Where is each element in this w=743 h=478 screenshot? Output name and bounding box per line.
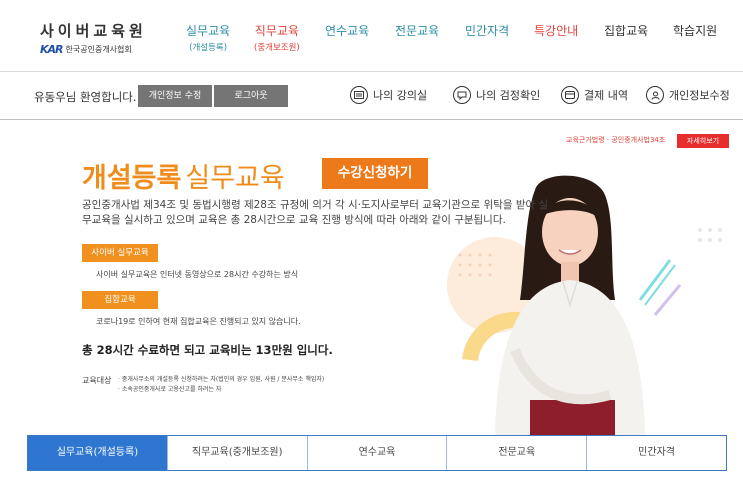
nav-label: 전문교육 (395, 24, 440, 38)
nav-label: 실무교육 (186, 24, 231, 38)
payment-icon (561, 86, 579, 104)
nav-item-training[interactable]: 연수교육 (325, 22, 369, 39)
fee-summary: 총 28시간 수료하면 되고 교육비는 13만원 입니다. (82, 343, 333, 357)
payment-history-link[interactable]: 결제 내역 (561, 86, 628, 104)
nav-label: 집합교육 (604, 24, 649, 38)
course-tabs: 실무교육(개설등록) 직무교육(중개보조원) 연수교육 전문교육 민간자격 (27, 435, 727, 471)
tab-professional[interactable]: 전문교육 (446, 436, 587, 470)
tab-private-cert[interactable]: 민간자격 (586, 436, 726, 470)
profile-icon (646, 86, 664, 104)
logout-button[interactable]: 로그아웃 (214, 85, 288, 107)
cyber-course-description: 사이버 실무교육은 인터넷 동영상으로 28시간 수강하는 방식 (96, 270, 299, 279)
exam-check-icon (453, 86, 471, 104)
nav-item-professional[interactable]: 전문교육 (395, 22, 439, 39)
tab-training[interactable]: 연수교육 (306, 436, 447, 470)
apply-button[interactable]: 수강신청하기 (322, 158, 428, 189)
hero-title-bold: 개설등록 (82, 163, 182, 194)
cyber-course-badge: 사이버 실무교육 (82, 244, 158, 262)
tab-job[interactable]: 직무교육(중개보조원) (166, 436, 307, 470)
nav-item-job[interactable]: 직무교육 (중개보조원) (254, 22, 300, 53)
welcome-text: 유동우님 환영합니다. (34, 90, 137, 104)
nav-label: 특강안내 (534, 24, 579, 38)
tab-practical[interactable]: 실무교육(개설등록) (28, 436, 167, 470)
edit-info-button[interactable]: 개인정보 수정 (138, 85, 212, 107)
nav-item-private-cert[interactable]: 민간자격 (465, 22, 509, 39)
nav-label: 민간자격 (465, 24, 510, 38)
nav-sublabel: (개설등록) (189, 43, 228, 53)
hero-title: 개설등록 실무교육 (82, 156, 285, 195)
target-list: · 중개사무소의 개설등록 신청하려는 자(법인의 경우 임원, 사원 / 분사… (118, 375, 324, 395)
target-label: 교육대상 (82, 376, 112, 385)
my-classroom-label: 나의 강의실 (373, 89, 428, 102)
hero-title-light: 실무교육 (185, 163, 285, 194)
user-bar: 유동우님 환영합니다. 개인정보 수정 로그아웃 나의 강의실 나의 검정확인 … (0, 72, 743, 120)
profile-edit-label: 개인정보수정 (669, 89, 730, 102)
intro-text: 공인중개사법 제34조 및 동법시행령 제28조 규정에 의거 각 시·도지사로… (82, 199, 549, 226)
nav-label: 학습지원 (673, 24, 718, 38)
nav-sublabel: (중개보조원) (254, 43, 300, 53)
my-exam-link[interactable]: 나의 검정확인 (453, 86, 540, 104)
main-menu: 실무교육 (개설등록) 직무교육 (중개보조원) 연수교육 전문교육 민간자격 … (0, 22, 743, 53)
profile-edit-link[interactable]: 개인정보수정 (646, 86, 730, 104)
law-reference-note: 교육근거법령 · 공인중개사법34조 (566, 136, 666, 144)
detail-button[interactable]: 자세히보기 (677, 134, 729, 148)
payment-history-label: 결제 내역 (584, 89, 628, 102)
nav-item-group[interactable]: 집합교육 (604, 22, 648, 39)
nav-label: 직무교육 (254, 24, 299, 38)
group-course-badge: 집합교육 (82, 291, 158, 309)
nav-item-practical[interactable]: 실무교육 (개설등록) (186, 22, 230, 53)
my-exam-label: 나의 검정확인 (476, 89, 541, 102)
group-course-description: 코로나19로 인하여 현재 집합교육은 진행되고 있지 않습니다. (96, 317, 301, 326)
target-item: · 중개사무소의 개설등록 신청하려는 자(법인의 경우 임원, 사원 / 분사… (118, 376, 325, 383)
top-navigation: 사이버교육원 KAR 한국공인중개사협회 실무교육 (개설등록) 직무교육 (중… (0, 0, 743, 72)
classroom-icon (350, 86, 368, 104)
my-classroom-link[interactable]: 나의 강의실 (350, 86, 427, 104)
target-item: · 소속공인중개사로 고용신고를 하려는 자 (118, 386, 222, 393)
nav-item-learning-support[interactable]: 학습지원 (673, 22, 717, 39)
nav-label: 연수교육 (325, 24, 370, 38)
nav-item-special-lecture[interactable]: 특강안내 (534, 22, 578, 39)
